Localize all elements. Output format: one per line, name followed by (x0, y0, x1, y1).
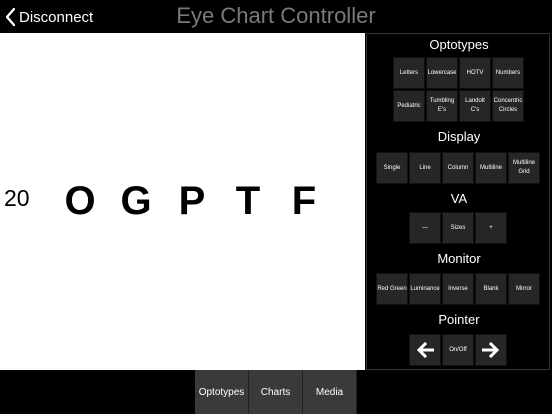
optotype-landolt-cs-button[interactable]: Landolt C's (459, 90, 491, 122)
button-label-line: Tumbling (429, 98, 455, 105)
disconnect-button[interactable]: Disconnect (6, 6, 93, 28)
display-multiline-button[interactable]: Multiline (475, 152, 507, 184)
optotype-row: O G P T F (52, 176, 332, 226)
button-label: On/Off (449, 346, 467, 353)
monitor-inverse-button[interactable]: Inverse (442, 273, 474, 305)
button-label: — (422, 224, 428, 231)
button-label: Landolt C's (465, 97, 485, 114)
display-column-button[interactable]: Column (442, 152, 474, 184)
optotypes-section-title: Optotypes (429, 37, 489, 52)
bottom-tab-bar: Optotypes Charts Media (0, 370, 552, 414)
optotype-lowercase-button[interactable]: Lowercase (426, 57, 458, 89)
button-label: Line (419, 164, 431, 171)
monitor-luminance-button[interactable]: Luminance (409, 273, 441, 305)
pointer-right-button[interactable] (475, 334, 507, 366)
button-label: Pediatric (397, 102, 421, 109)
chevron-left-icon (6, 8, 15, 26)
button-label: Letters (399, 69, 419, 76)
optotype-letter: F (291, 179, 317, 223)
button-label: Single (383, 164, 401, 171)
display-grid: Single Line Column Multiline Multiline Gr… (376, 152, 540, 184)
button-label: Luminance (410, 285, 440, 292)
optotype-hotv-button[interactable]: HOTV (459, 57, 491, 89)
button-label: Lowercase (427, 69, 457, 76)
tab-optotypes[interactable]: Optotypes (195, 370, 249, 414)
va-decrease-button[interactable]: — (409, 212, 441, 244)
button-label-line: Multiline (512, 160, 535, 167)
optotype-letter: G (120, 179, 152, 223)
display-single-button[interactable]: Single (376, 152, 408, 184)
va-section-title: VA (450, 191, 468, 206)
button-label: Concentric Circles (494, 97, 523, 114)
display-section-title: Display (437, 129, 481, 144)
optotype-numbers-button[interactable]: Numbers (492, 57, 524, 89)
optotype-tumbling-es-button[interactable]: Tumbling E's (426, 90, 458, 122)
monitor-section-title: Monitor (437, 251, 481, 266)
optotype-letters-button[interactable]: Letters (393, 57, 425, 89)
display-line-button[interactable]: Line (409, 152, 441, 184)
optotype-concentric-circles-button[interactable]: Concentric Circles (492, 90, 524, 122)
button-label-line: Grid (518, 169, 530, 175)
tab-group: Optotypes Charts Media (195, 370, 357, 414)
pointer-grid: On/Off (409, 334, 507, 366)
button-label: Column (447, 164, 469, 171)
button-label: Red Green (377, 285, 407, 292)
va-increase-button[interactable]: + (475, 212, 507, 244)
pointer-section-title: Pointer (438, 312, 480, 327)
pointer-toggle-button[interactable]: On/Off (442, 334, 474, 366)
control-panel: Optotypes Letters Lowercase HOTV Numbers… (366, 33, 550, 370)
va-grid: — Sizes + (409, 212, 507, 244)
button-label: Numbers (495, 69, 521, 76)
button-label: Inverse (448, 285, 468, 292)
va-label: 20 (4, 185, 30, 211)
button-label: Blank (483, 285, 499, 292)
button-label: + (489, 224, 493, 231)
button-label: Multiline (479, 164, 502, 171)
chart-preview: 20 O G P T F (0, 33, 365, 370)
pointer-left-button[interactable] (409, 334, 441, 366)
monitor-blank-button[interactable]: Blank (475, 273, 507, 305)
button-label-line: Landolt (465, 98, 485, 105)
monitor-grid: Red Green Luminance Inverse Blank Mirror (376, 273, 540, 305)
button-label: Multiline Grid (513, 159, 535, 176)
disconnect-label: Disconnect (19, 8, 94, 26)
optotype-letter: T (235, 179, 261, 223)
button-label: Sizes (450, 224, 466, 231)
tab-media[interactable]: Media (303, 370, 357, 414)
button-label: Tumbling E's (430, 97, 454, 114)
button-label-line: E's (437, 107, 447, 113)
va-sizes-button[interactable]: Sizes (442, 212, 474, 244)
top-bar: Disconnect Eye Chart Controller (0, 0, 552, 33)
display-multiline-grid-button[interactable]: Multiline Grid (508, 152, 540, 184)
button-label: HOTV (466, 69, 484, 76)
button-label: Mirror (516, 285, 532, 292)
button-label-line: Circles (498, 107, 518, 113)
optotype-letter: P (178, 179, 206, 223)
optotypes-grid: Letters Lowercase HOTV Numbers Pediatric… (393, 57, 524, 122)
monitor-red-green-button[interactable]: Red Green (376, 273, 408, 305)
optotype-pediatric-button[interactable]: Pediatric (393, 90, 425, 122)
tab-charts[interactable]: Charts (249, 370, 303, 414)
button-label-line: C's (470, 107, 480, 113)
button-label-line: Concentric (493, 98, 523, 105)
monitor-mirror-button[interactable]: Mirror (508, 273, 540, 305)
arrow-right-icon (482, 342, 500, 358)
arrow-left-icon (416, 342, 434, 358)
optotype-letter: O (64, 179, 96, 223)
